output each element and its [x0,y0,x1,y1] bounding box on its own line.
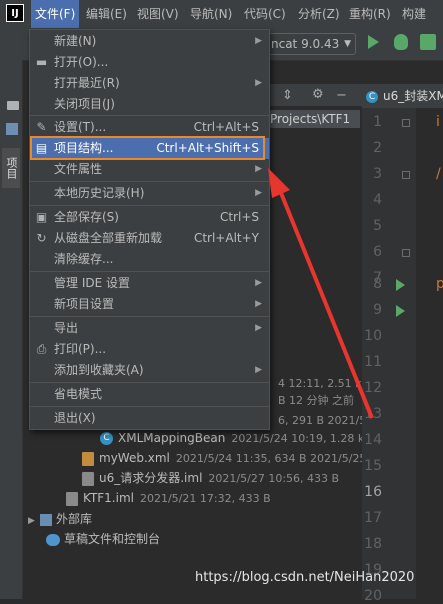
annotation-arrow-shaft [277,187,374,419]
annotation-arrow [268,168,374,419]
annotation-arrow-head [268,168,290,198]
watermark: https://blog.csdn.net/NeiHan2020 [195,570,415,585]
